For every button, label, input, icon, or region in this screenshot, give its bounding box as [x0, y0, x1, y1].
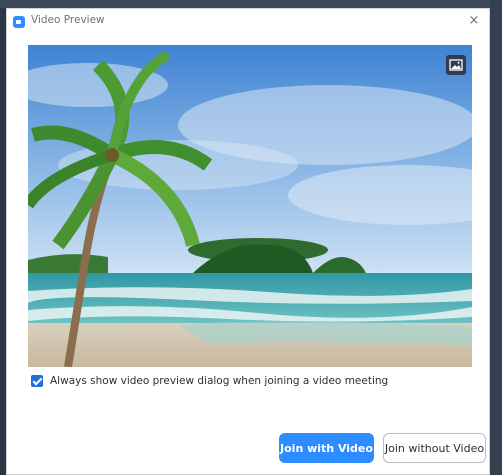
- always-show-preview-label: Always show video preview dialog when jo…: [50, 375, 389, 387]
- image-icon: [449, 59, 463, 71]
- join-with-video-button[interactable]: Join with Video: [279, 433, 374, 463]
- window-title: Video Preview: [31, 14, 105, 26]
- join-without-video-button[interactable]: Join without Video: [383, 433, 486, 463]
- always-show-preview-option: Always show video preview dialog when jo…: [31, 373, 388, 389]
- desktop-background: [0, 0, 502, 8]
- beach-preview-image: [28, 45, 472, 367]
- title-bar: Video Preview ×: [7, 9, 489, 35]
- video-preview-dialog: Video Preview × Always show video previe…: [6, 8, 490, 475]
- video-preview: [28, 45, 472, 367]
- video-camera-icon: [13, 16, 25, 28]
- background-toggle-button[interactable]: [446, 55, 466, 75]
- always-show-preview-checkbox[interactable]: [31, 375, 43, 387]
- desktop-background-right: [490, 0, 502, 475]
- close-button[interactable]: ×: [465, 12, 483, 30]
